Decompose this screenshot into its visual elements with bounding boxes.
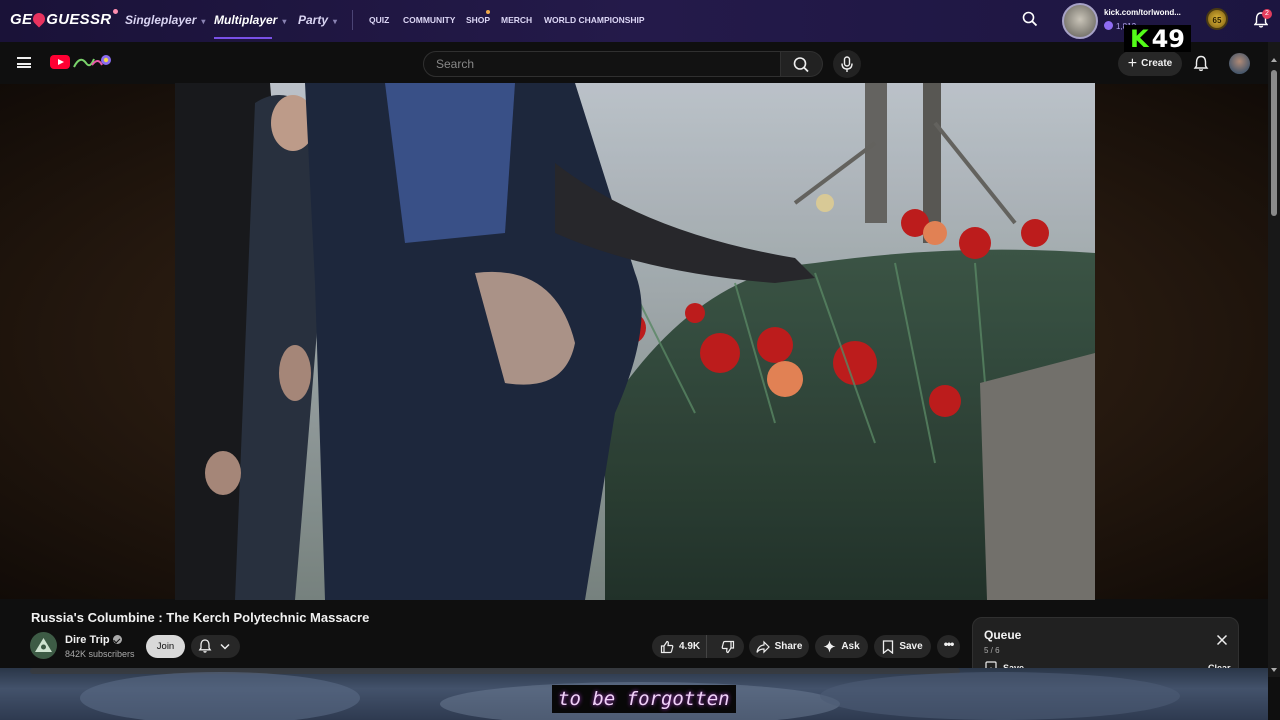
video-player[interactable] [175, 83, 1095, 600]
like-button[interactable]: 4.9K [652, 635, 708, 658]
scrollbar-thumb[interactable] [1271, 70, 1277, 216]
nav-singleplayer[interactable]: Singleplayer ▾ [125, 13, 205, 27]
dislike-button[interactable] [712, 635, 744, 658]
profile-name[interactable]: kick.com/torlwond... [1104, 8, 1181, 17]
subscription-notifications-button[interactable] [191, 635, 240, 658]
link-world-championship[interactable]: WORLD CHAMPIONSHIP [544, 15, 645, 25]
like-count: 4.9K [679, 641, 701, 652]
video-frame-image [175, 83, 1095, 600]
viewer-count: 49 [1151, 24, 1186, 53]
close-icon[interactable] [1216, 634, 1228, 646]
search-box [423, 51, 781, 77]
queue-title: Queue [984, 628, 1022, 642]
map-pin-icon [30, 10, 48, 28]
level-badge: 65 [1206, 8, 1228, 30]
voice-search-button[interactable] [833, 50, 861, 78]
chevron-down-icon: ▾ [282, 17, 287, 26]
more-actions-button[interactable]: ••• [937, 635, 960, 658]
chevron-down-icon: ▾ [333, 17, 338, 26]
account-avatar[interactable] [1229, 53, 1250, 74]
nav-party[interactable]: Party ▾ [298, 13, 337, 27]
active-tab-underline [214, 37, 272, 39]
sparkle-icon [823, 640, 836, 653]
link-shop[interactable]: SHOP [466, 15, 490, 25]
subscriber-count: 842K subscribers [65, 649, 135, 659]
youtube-logo-icon[interactable] [50, 55, 70, 69]
kick-logo: K [1130, 24, 1149, 53]
notification-count-badge: 2 [1262, 9, 1272, 19]
search-input[interactable] [424, 52, 780, 76]
scroll-down-arrow-icon[interactable] [1271, 668, 1277, 672]
microphone-icon [841, 56, 853, 72]
nav-divider [352, 10, 353, 30]
share-icon [755, 640, 770, 653]
join-button[interactable]: Join [146, 635, 185, 658]
menu-icon[interactable] [17, 57, 31, 68]
link-merch[interactable]: MERCH [501, 15, 532, 25]
shop-notification-dot [486, 10, 490, 14]
channel-name[interactable]: Dire Trip [65, 634, 122, 646]
video-title: Russia's Columbine : The Kerch Polytechn… [31, 610, 370, 625]
queue-position: 5 / 6 [984, 646, 1000, 655]
thumbs-up-icon [660, 640, 674, 653]
channel-avatar[interactable] [30, 632, 57, 659]
bookmark-icon [883, 639, 894, 654]
ask-button[interactable]: Ask [815, 635, 868, 658]
youtube-doodle-logo[interactable] [72, 53, 112, 71]
like-dislike-group: 4.9K [652, 635, 744, 658]
link-quiz[interactable]: QUIZ [369, 15, 389, 25]
geoguessr-profile-avatar[interactable] [1062, 3, 1098, 39]
stream-caption: to be forgotten [552, 685, 736, 713]
notifications-bell-icon[interactable] [1193, 55, 1209, 72]
geoguessr-logo[interactable]: GE GUESSR [10, 9, 119, 28]
search-icon[interactable] [1022, 11, 1038, 27]
verified-badge-icon [112, 635, 122, 644]
thumbs-down-icon [721, 640, 735, 653]
coin-icon [1104, 21, 1113, 30]
kick-stream-overlay: K 49 [1124, 24, 1192, 53]
create-button[interactable]: + Create [1118, 51, 1182, 76]
link-community[interactable]: COMMUNITY [403, 15, 455, 25]
save-button[interactable]: Save [874, 635, 931, 658]
scroll-up-arrow-icon[interactable] [1271, 58, 1277, 62]
search-button[interactable] [781, 51, 823, 77]
plus-icon: + [1127, 54, 1138, 72]
nav-multiplayer[interactable]: Multiplayer ▾ [214, 13, 286, 27]
chevron-down-icon: ▾ [201, 17, 206, 26]
share-button[interactable]: Share [749, 635, 809, 658]
